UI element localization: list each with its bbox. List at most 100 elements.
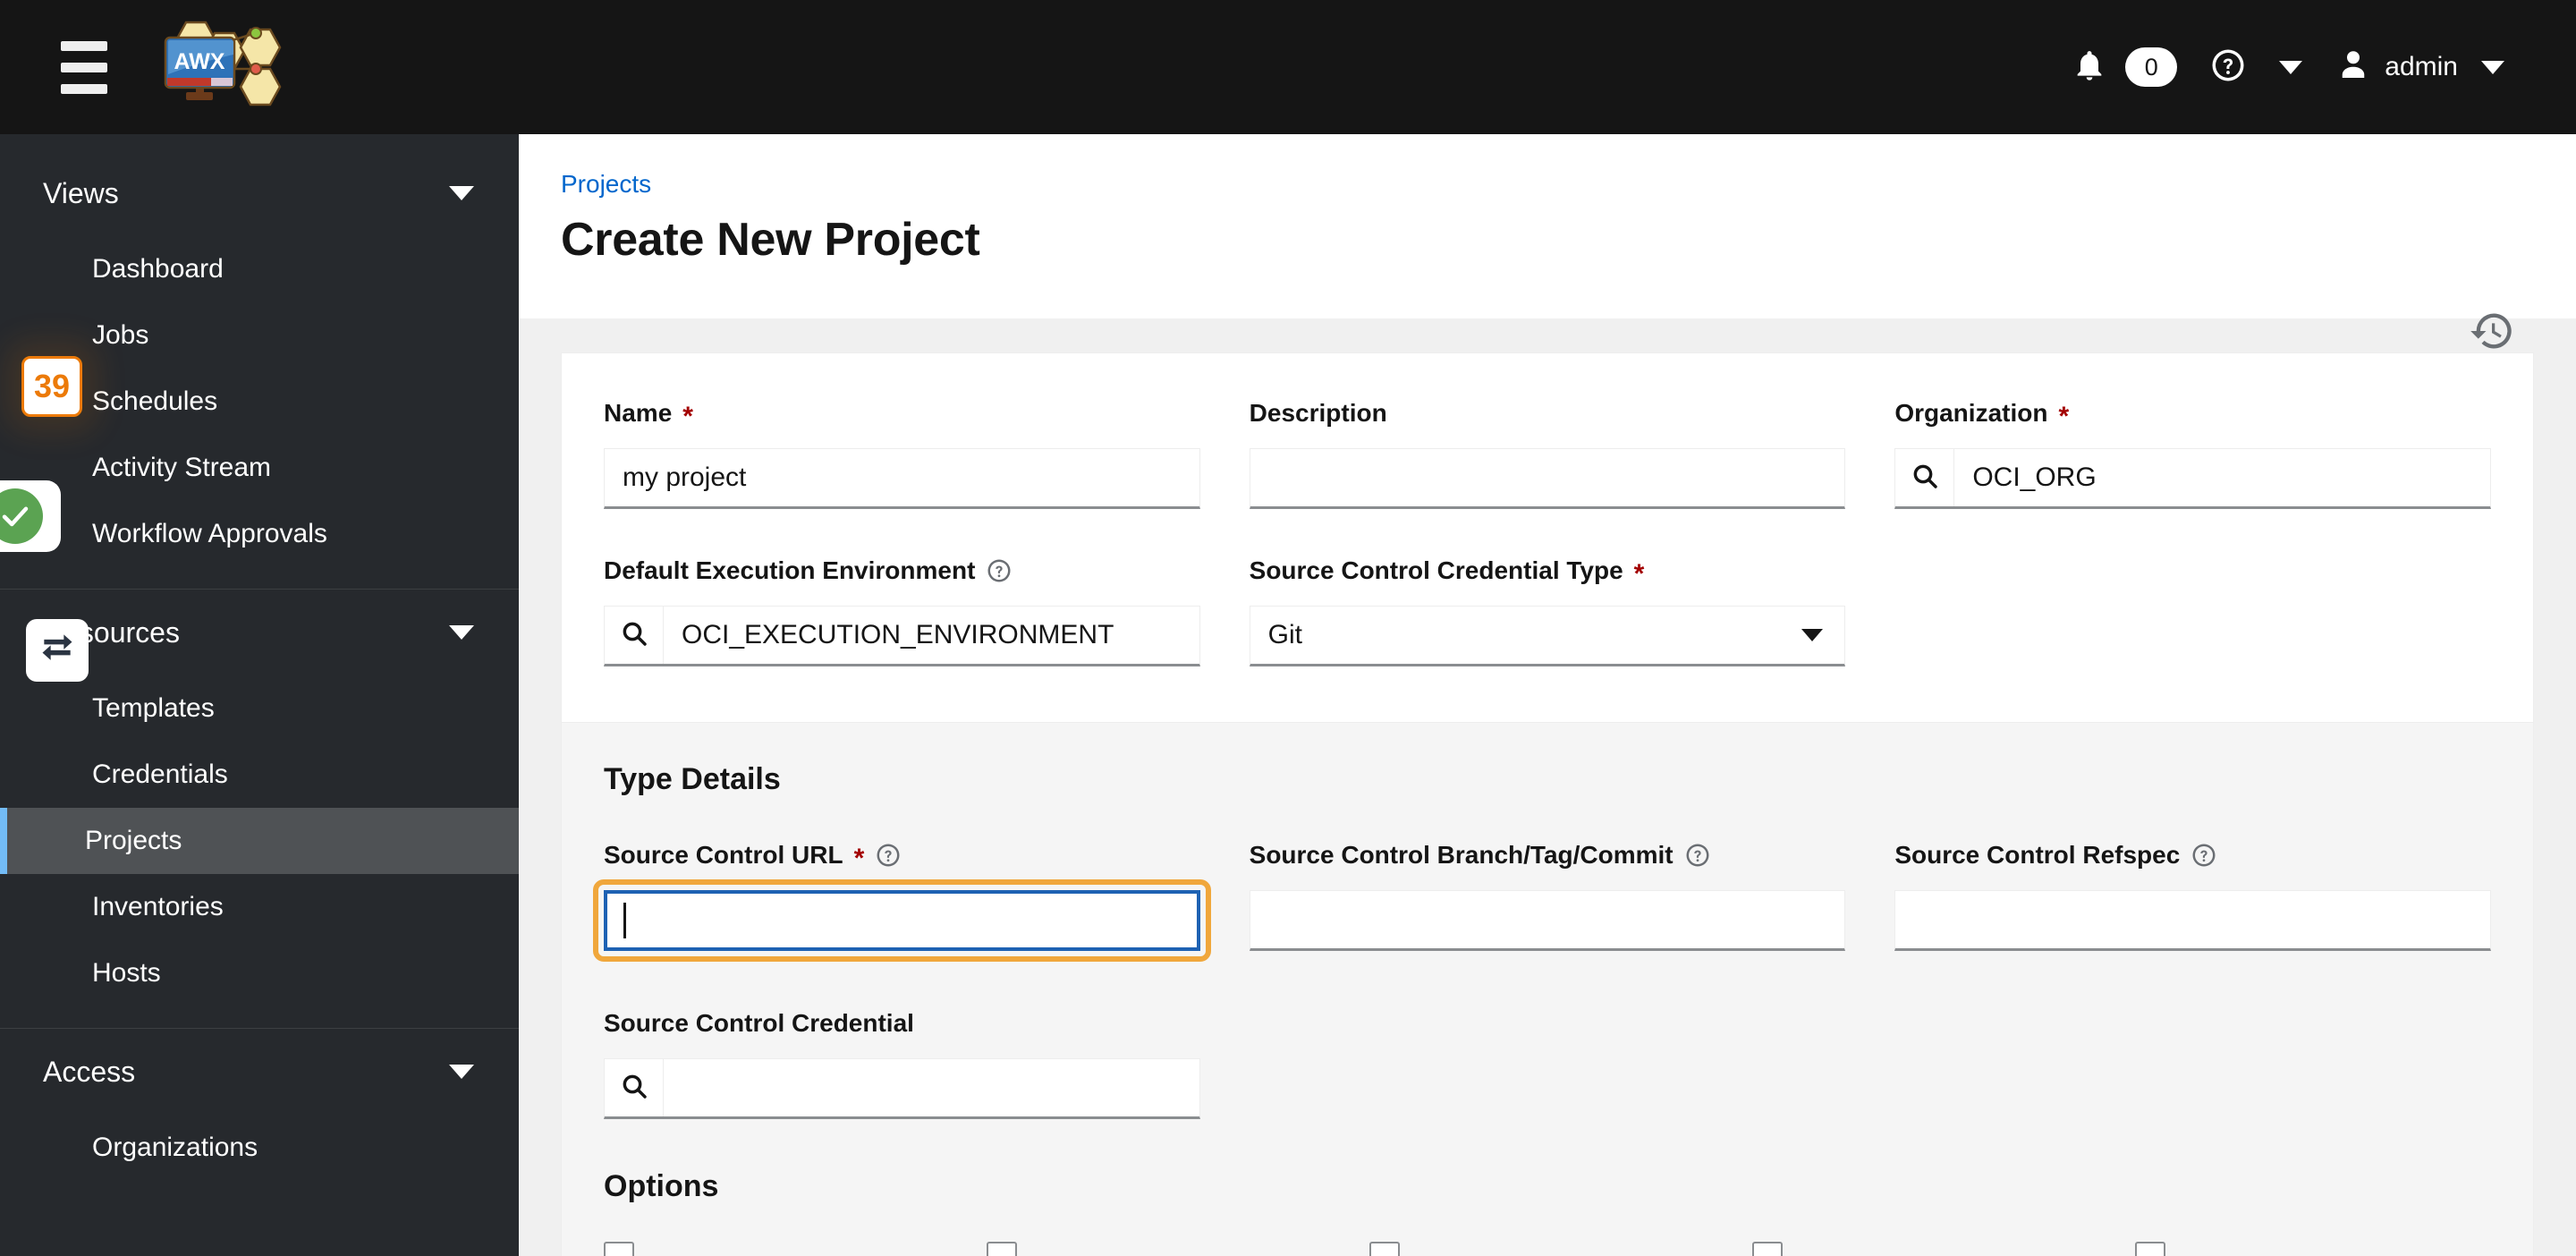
text-cursor xyxy=(623,903,626,938)
question-circle-icon[interactable] xyxy=(2190,842,2217,869)
chevron-down-icon xyxy=(449,1065,474,1079)
option-checkbox[interactable] xyxy=(987,1242,1017,1256)
organization-search-button[interactable] xyxy=(1895,449,1955,506)
history-button[interactable] xyxy=(2463,304,2521,361)
sidebar-item-workflow-approvals[interactable]: Workflow Approvals xyxy=(0,501,519,567)
question-circle-icon[interactable] xyxy=(1684,842,1711,869)
awx-logo[interactable]: AWX xyxy=(150,0,320,134)
chevron-down-icon xyxy=(449,625,474,640)
execution-environment-input[interactable]: OCI_EXECUTION_ENVIRONMENT xyxy=(604,606,1200,666)
field-credential-type: Source Control Credential Type * Git xyxy=(1249,556,1846,666)
transfer-toggle-button[interactable] xyxy=(26,619,89,682)
field-organization: Organization * OCI_ORG xyxy=(1894,398,2491,509)
search-icon xyxy=(1911,462,1939,495)
search-icon xyxy=(620,619,648,652)
required-asterisk: * xyxy=(853,844,865,873)
field-label-organization: Organization * xyxy=(1894,399,2070,431)
sidebar-item-inventories[interactable]: Inventories xyxy=(0,874,519,940)
main-content: Projects Create New Project Name * my pr… xyxy=(519,134,2576,1256)
breadcrumb[interactable]: Projects xyxy=(561,170,2521,199)
form-section-type-details: Type Details Source Control URL * Source… xyxy=(562,722,2533,1256)
form-section-general: Name * my project Description Organizati… xyxy=(562,353,2533,722)
field-scm-credential: Source Control Credential xyxy=(604,1008,1200,1119)
sidebar-item-label: Templates xyxy=(92,693,215,723)
help-button[interactable] xyxy=(2193,0,2263,134)
sidebar-item-credentials[interactable]: Credentials xyxy=(0,742,519,808)
sidebar-item-hosts[interactable]: Hosts xyxy=(0,940,519,1006)
field-name: Name * my project xyxy=(604,398,1200,509)
option-checkbox[interactable] xyxy=(2135,1242,2165,1256)
step-count-badge: 39 xyxy=(21,356,82,417)
field-label-scm-url: Source Control URL * xyxy=(604,840,1200,873)
sidebar-item-templates[interactable]: Templates xyxy=(0,675,519,742)
notifications-button[interactable]: 0 xyxy=(2055,0,2193,134)
scm-url-input[interactable] xyxy=(604,890,1200,951)
field-execution-environment: Default Execution Environment OCI_EXECUT… xyxy=(604,556,1200,666)
field-scm-branch: Source Control Branch/Tag/Commit xyxy=(1249,840,1846,962)
sidebar-item-projects[interactable]: Projects xyxy=(0,808,519,874)
required-asterisk: * xyxy=(2058,402,2070,431)
option-checkbox[interactable] xyxy=(1752,1242,1783,1256)
scm-branch-input[interactable] xyxy=(1249,890,1846,951)
user-icon xyxy=(2334,47,2372,89)
option-checkbox[interactable] xyxy=(604,1242,634,1256)
caret-down-icon xyxy=(1801,629,1824,641)
scm-credential-search-button[interactable] xyxy=(605,1059,664,1116)
nav-group-views[interactable]: Views xyxy=(0,150,519,236)
organization-input-value: OCI_ORG xyxy=(1972,463,2097,492)
execution-environment-search-button[interactable] xyxy=(605,607,664,664)
options-checkbox-row xyxy=(604,1242,2491,1256)
field-label-execution-environment: Default Execution Environment xyxy=(604,556,1200,586)
notification-count-badge: 0 xyxy=(2125,47,2178,87)
sidebar-item-label: Jobs xyxy=(92,320,149,350)
chevron-down-icon xyxy=(449,186,474,200)
history-icon xyxy=(2469,308,2515,359)
sidebar-item-label: Workflow Approvals xyxy=(92,519,327,548)
hamburger-icon[interactable] xyxy=(38,0,131,134)
name-input[interactable]: my project xyxy=(604,448,1200,509)
execution-environment-input-value: OCI_EXECUTION_ENVIRONMENT xyxy=(682,620,1114,649)
required-asterisk: * xyxy=(1633,559,1645,589)
type-details-heading: Type Details xyxy=(604,762,781,796)
organization-input[interactable]: OCI_ORG xyxy=(1894,448,2491,509)
bidirectional-arrows-icon xyxy=(38,629,77,673)
sidebar-item-label: Projects xyxy=(85,826,182,855)
field-label-scm-refspec: Source Control Refspec xyxy=(1894,840,2491,870)
question-circle-icon[interactable] xyxy=(986,557,1013,584)
scm-credential-input[interactable] xyxy=(604,1058,1200,1119)
sidebar-item-organizations[interactable]: Organizations xyxy=(0,1115,519,1181)
credential-type-selected-value: Git xyxy=(1267,620,1302,649)
sidebar-item-label: Schedules xyxy=(92,386,218,416)
option-checkbox[interactable] xyxy=(1369,1242,1400,1256)
field-label-description: Description xyxy=(1249,399,1387,427)
nav-group-label: Views xyxy=(43,176,119,209)
scm-refspec-input[interactable] xyxy=(1894,890,2491,951)
status-success-indicator xyxy=(0,480,61,552)
sidebar-navigation: Views Dashboard Jobs Schedules Activity … xyxy=(0,134,519,1256)
question-circle-icon xyxy=(2209,47,2247,89)
question-circle-icon[interactable] xyxy=(875,842,902,869)
sidebar-item-label: Activity Stream xyxy=(92,453,272,482)
required-asterisk: * xyxy=(682,402,693,431)
svg-text:AWX: AWX xyxy=(174,49,225,74)
sidebar-item-label: Inventories xyxy=(92,892,224,921)
masthead: AWX 0 admin xyxy=(0,0,2576,134)
field-description: Description xyxy=(1249,398,1846,509)
scm-url-action-highlight xyxy=(593,879,1211,962)
sidebar-item-dashboard[interactable]: Dashboard xyxy=(0,236,519,302)
field-label-scm-credential: Source Control Credential xyxy=(604,1009,914,1037)
check-circle-icon xyxy=(0,488,43,544)
field-scm-url: Source Control URL * xyxy=(593,840,1211,962)
sidebar-item-activity-stream[interactable]: Activity Stream xyxy=(0,435,519,501)
nav-group-access[interactable]: Access xyxy=(0,1029,519,1115)
create-project-form: Name * my project Description Organizati… xyxy=(561,352,2534,1256)
description-input[interactable] xyxy=(1249,448,1846,509)
user-menu-button[interactable]: admin xyxy=(2318,0,2521,134)
help-dropdown-toggle[interactable] xyxy=(2263,0,2318,134)
masthead-toolbar: 0 admin xyxy=(2055,0,2576,134)
page-header: Projects Create New Project xyxy=(519,134,2576,348)
awx-application: AWX 0 admin Views Dashboard Jobs Schedul… xyxy=(0,0,2576,1256)
credential-type-select[interactable]: Git xyxy=(1249,606,1846,666)
field-scm-refspec: Source Control Refspec xyxy=(1894,840,2491,962)
search-icon xyxy=(620,1072,648,1105)
